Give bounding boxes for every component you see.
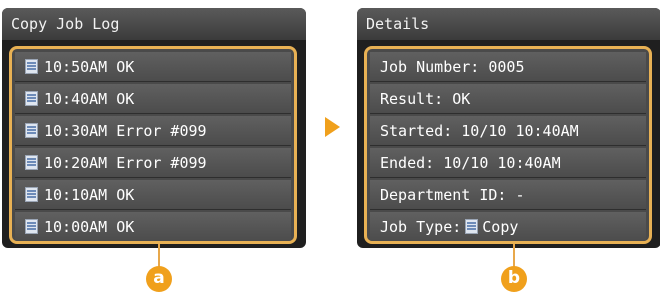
- list-item[interactable]: 10:10AM OK: [15, 180, 291, 210]
- list-item-label: 10:50AM OK: [44, 58, 135, 76]
- list-item-label: 10:00AM OK: [44, 218, 135, 236]
- detail-row-result: Result: OK: [370, 84, 646, 114]
- job-type-label: Job Type:: [380, 218, 462, 236]
- list-item[interactable]: 10:40AM OK: [15, 84, 291, 114]
- panel-title: Copy Job Log: [11, 15, 120, 33]
- callout-line-a: [158, 244, 160, 267]
- copy-icon: [465, 219, 479, 234]
- callout-marker-b: b: [501, 266, 527, 292]
- list-item[interactable]: 10:00AM OK: [15, 212, 291, 241]
- job-type-value: Copy: [482, 218, 519, 236]
- panel-header: Details: [357, 8, 660, 40]
- detail-row-department: Department ID: -: [370, 180, 646, 210]
- callout-marker-a: a: [146, 266, 172, 292]
- copy-job-icon: [25, 187, 38, 202]
- copy-job-icon: [25, 91, 38, 106]
- copy-job-icon: [25, 155, 38, 170]
- list-item-label: 10:20AM Error #099: [44, 154, 207, 172]
- job-log-list: 10:50AM OK 10:40AM OK 10:30AM Error #099…: [9, 46, 297, 244]
- list-item-label: 10:40AM OK: [44, 90, 135, 108]
- list-item[interactable]: 10:20AM Error #099: [15, 148, 291, 178]
- detail-row-job-number: Job Number: 0005: [370, 52, 646, 82]
- list-item-label: 10:10AM OK: [44, 186, 135, 204]
- panel-header: Copy Job Log: [2, 8, 306, 40]
- list-item[interactable]: 10:50AM OK: [15, 52, 291, 82]
- copy-job-icon: [25, 59, 38, 74]
- list-item-label: 10:30AM Error #099: [44, 122, 207, 140]
- details-list: Job Number: 0005 Result: OK Started: 10/…: [364, 46, 652, 244]
- detail-row-started: Started: 10/10 10:40AM: [370, 116, 646, 146]
- list-item[interactable]: 10:30AM Error #099: [15, 116, 291, 146]
- copy-job-icon: [25, 219, 38, 234]
- detail-row-ended: Ended: 10/10 10:40AM: [370, 148, 646, 178]
- callout-line-b: [513, 244, 515, 267]
- copy-job-icon: [25, 123, 38, 138]
- right-arrow-icon: [325, 117, 340, 137]
- job-details-panel: Details Job Number: 0005 Result: OK Star…: [357, 8, 660, 248]
- panel-title: Details: [366, 15, 430, 33]
- detail-row-job-type: Job Type: Copy: [370, 212, 646, 241]
- copy-job-log-panel: Copy Job Log 10:50AM OK 10:40AM OK 10:30…: [2, 8, 306, 248]
